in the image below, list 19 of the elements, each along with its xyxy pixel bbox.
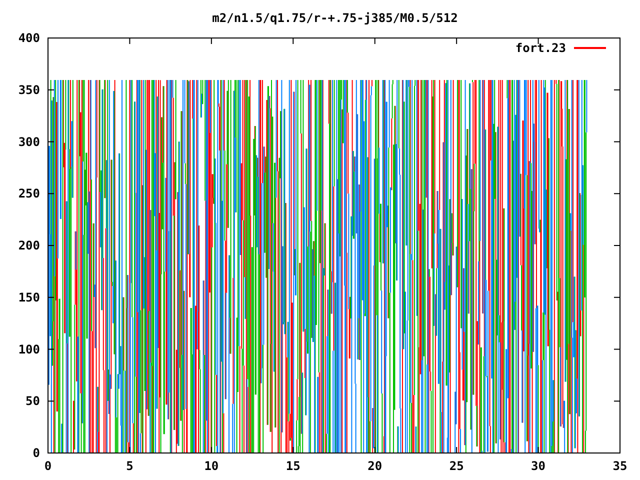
y-tick-label: 100 [18,342,40,356]
y-tick-label: 150 [18,290,40,304]
x-tick-label: 25 [449,459,464,473]
y-tick-label: 300 [18,134,40,149]
x-tick-label: 20 [368,459,382,473]
x-tick-label: 10 [204,459,219,473]
x-tick-label: 0 [44,459,52,473]
y-tick-label: 50 [26,394,40,408]
x-tick-label: 30 [531,459,546,473]
legend-label: fort.23 [515,41,566,55]
y-tick-label: 0 [32,446,40,460]
y-tick-label: 200 [18,238,40,252]
y-tick-label: 250 [18,186,40,201]
x-tick-label: 5 [126,459,134,473]
y-tick-label: 350 [18,82,40,97]
plot-title: m2/n1.5/q1.75/r-+.75-j385/M0.5/512 [212,11,458,25]
x-tick-label: 35 [612,459,628,473]
x-tick-label: 15 [286,459,300,473]
y-tick-label: 400 [18,31,40,45]
